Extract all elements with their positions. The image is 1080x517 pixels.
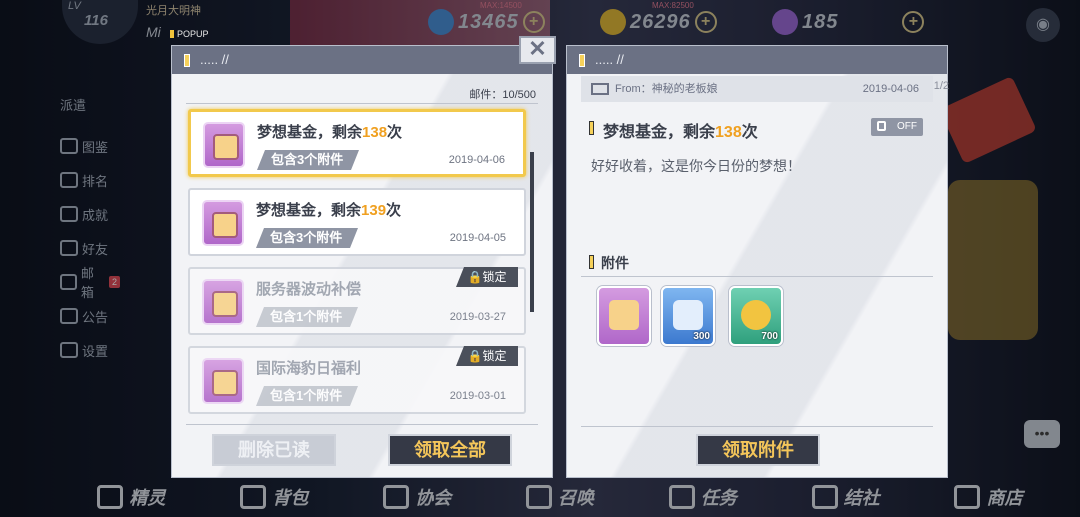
energy-drink-icon	[673, 300, 703, 330]
ticket-icon	[202, 358, 244, 404]
mail-date: 2019-04-06	[862, 83, 919, 95]
mail-item[interactable]: 梦想基金，剩余138次 包含3个附件 2019-04-06	[188, 109, 526, 177]
mail-detail-title: ..... //	[595, 52, 624, 67]
mail-list-title: ..... //	[200, 52, 229, 67]
subject-suffix: 次	[741, 124, 758, 141]
attachments-title: 附件	[601, 255, 629, 271]
envelope-icon	[591, 83, 609, 95]
sender: From：神秘的老板娘	[615, 83, 718, 95]
mail-body: 好好收着，这是你今日份的梦想！	[591, 158, 801, 174]
attachment-qty: 700	[761, 331, 778, 342]
divider	[581, 276, 933, 277]
lock-label: 锁定	[482, 270, 507, 284]
mail-title-text: 梦想基金，剩余	[256, 202, 362, 219]
divider	[186, 424, 538, 425]
section-marker	[589, 255, 594, 269]
mail-date: 2019-03-01	[449, 390, 506, 402]
mail-list-panel: ..... // 邮件：10/500 梦想基金，剩余138次 包含3个附件 20…	[171, 45, 553, 478]
attachment-count: 包含1个附件	[256, 307, 358, 327]
mail-item[interactable]: 国际海豹日福利 包含1个附件 2019-03-01 🔒锁定	[188, 346, 526, 414]
page-indicator: 1/2	[933, 80, 949, 92]
claim-all-button[interactable]: 领取全部	[388, 434, 512, 466]
mail-date: 2019-04-05	[449, 232, 506, 244]
mail-subject: 梦想基金，剩余138次	[603, 118, 758, 142]
ticket-icon	[609, 300, 639, 330]
mail-title: 国际海豹日福利	[256, 357, 361, 378]
attachment-item[interactable]	[597, 286, 651, 346]
attachment-item[interactable]: 700	[729, 286, 783, 346]
sender-row: From：神秘的老板娘 2019-04-06	[581, 76, 933, 102]
mail-title-text: 国际海豹日福利	[256, 360, 362, 377]
subject-highlight: 138	[715, 124, 742, 141]
lock-toggle[interactable]: OFF	[871, 118, 923, 136]
mail-title-suffix: 次	[387, 124, 403, 141]
ticket-icon	[203, 122, 245, 168]
mail-item[interactable]: 服务器波动补偿 包含1个附件 2019-03-27 🔒锁定	[188, 267, 526, 335]
attachment-count: 包含3个附件	[256, 228, 358, 248]
lock-label: 锁定	[482, 349, 507, 363]
close-icon[interactable]: ✕	[519, 36, 556, 64]
delete-read-button[interactable]: 删除已读	[212, 434, 336, 466]
mail-count: 邮件：10/500	[469, 89, 536, 101]
mail-list-scrollbar[interactable]	[530, 152, 534, 312]
lock-icon: 🔒	[467, 270, 483, 284]
lock-icon: 🔒	[467, 349, 483, 363]
mail-detail-panel: ..... // From：神秘的老板娘 2019-04-06 梦想基金，剩余1…	[566, 45, 949, 478]
lock-badge[interactable]: 🔒锁定	[456, 267, 518, 287]
gold-coin-icon	[741, 300, 771, 330]
attachment-count: 包含3个附件	[257, 150, 359, 170]
divider	[186, 103, 538, 104]
subject-text: 梦想基金，剩余	[603, 124, 716, 141]
popup-tag: POPUP	[170, 29, 209, 39]
mail-detail-header: ..... //	[567, 46, 947, 74]
ticket-icon	[202, 200, 244, 246]
divider	[581, 426, 933, 427]
mail-title-text: 梦想基金，剩余	[257, 124, 363, 141]
mail-date: 2019-04-06	[448, 154, 505, 166]
attachment-qty: 300	[693, 331, 710, 342]
lock-toggle-label: OFF	[897, 121, 917, 132]
title-marker	[589, 121, 594, 135]
mail-title-highlight: 138	[362, 124, 388, 141]
lock-icon	[877, 121, 886, 131]
mail-title: 梦想基金，剩余138次	[257, 121, 402, 142]
mail-title: 梦想基金，剩余139次	[256, 199, 401, 220]
mail-title-text: 服务器波动补偿	[256, 281, 362, 298]
mail-title-suffix: 次	[386, 202, 402, 219]
lock-badge[interactable]: 🔒锁定	[456, 346, 518, 366]
mail-date: 2019-03-27	[449, 311, 506, 323]
ticket-icon	[202, 279, 244, 325]
attachment-count: 包含1个附件	[256, 386, 358, 406]
mail-title-highlight: 139	[361, 202, 387, 219]
claim-attachments-button[interactable]: 领取附件	[696, 434, 820, 466]
attachment-item[interactable]: 300	[661, 286, 715, 346]
popup-tag-label: POPUP	[177, 29, 209, 39]
mail-item[interactable]: 梦想基金，剩余139次 包含3个附件 2019-04-05	[188, 188, 526, 256]
mail-list-header: ..... //	[172, 46, 552, 74]
mail-title: 服务器波动补偿	[256, 278, 361, 299]
